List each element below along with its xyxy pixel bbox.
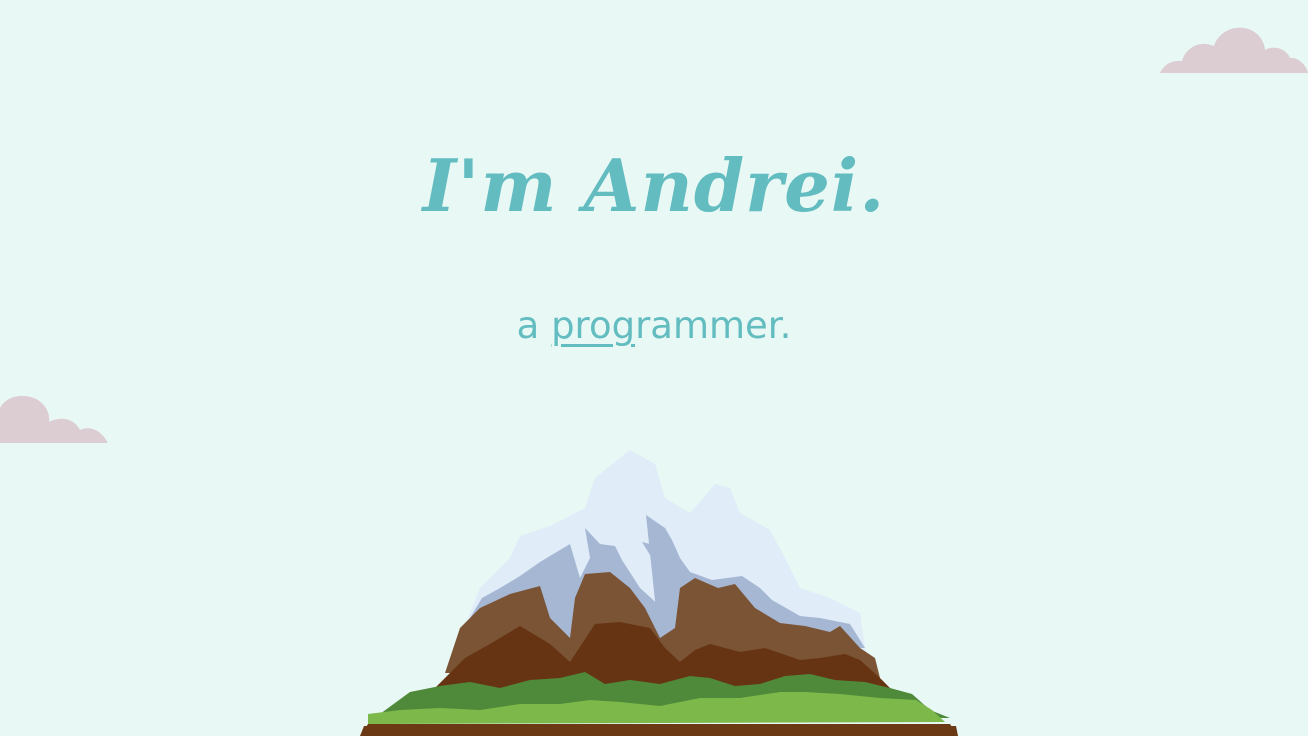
typed-word-rest: rammer. (635, 304, 792, 347)
hero-subtitle: a programmer. (0, 302, 1308, 350)
subtitle-prefix: a (516, 304, 540, 347)
mountain-icon (360, 450, 958, 736)
cloud-icon (0, 395, 108, 443)
cloud-icon (1160, 27, 1308, 73)
hero-title: I'm Andrei. (422, 143, 886, 228)
typed-word: programmer. (551, 304, 791, 347)
typed-word-highlight: prog (551, 304, 636, 347)
